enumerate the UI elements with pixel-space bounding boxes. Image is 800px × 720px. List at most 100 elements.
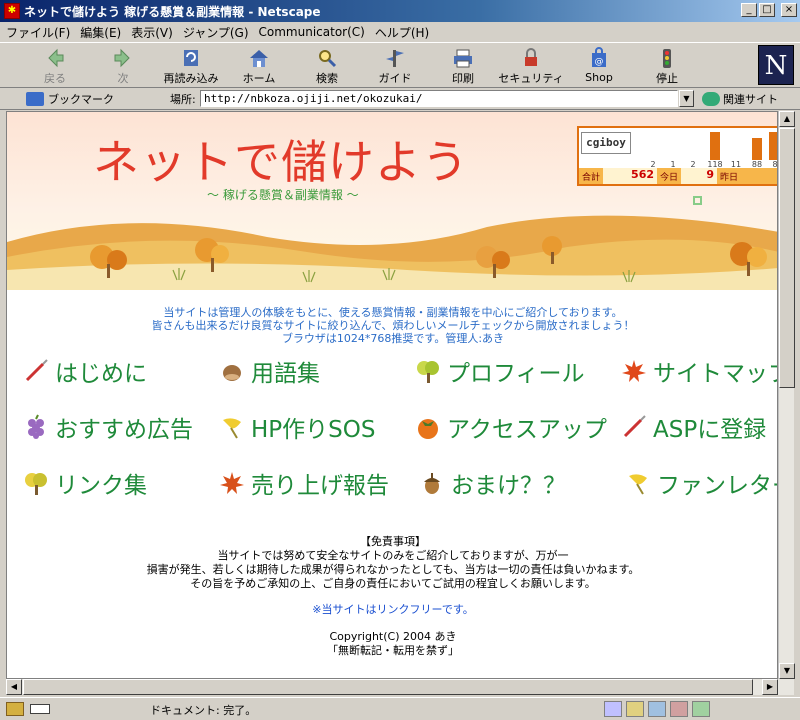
today-label: 今日	[660, 173, 679, 183]
today-count: 9	[681, 168, 718, 184]
status-text: ドキュメント: 完了。	[150, 704, 257, 717]
location-label: 場所:	[170, 92, 196, 106]
close-button[interactable]: ×	[781, 3, 797, 17]
horizontal-scroll-thumb[interactable]	[23, 679, 753, 695]
maple-leaf-icon	[220, 472, 244, 494]
nav-osusume-koukoku[interactable]: おすすめ広告	[23, 410, 193, 444]
mail-icon[interactable]	[626, 701, 644, 717]
no-reprint-notice: 「無断転記・転用を禁ず」	[327, 644, 459, 657]
stop-button[interactable]: 停止	[632, 47, 702, 87]
nav-asp-touroku[interactable]: ASPに登録	[621, 410, 766, 444]
window-controls: _ □ ×	[741, 3, 797, 17]
maximize-button[interactable]: □	[759, 3, 775, 17]
minimize-button[interactable]: _	[741, 3, 757, 17]
window-titlebar[interactable]: ✱ ネットで儲けよう 稼げる懸賞＆副業情報 - Netscape _ □ ×	[0, 0, 800, 22]
menu-view[interactable]: 表示(V)	[131, 24, 173, 41]
component-navigator-icon[interactable]	[604, 701, 622, 717]
reload-button[interactable]: 再読み込み	[156, 47, 226, 87]
connection-status-icon	[30, 704, 50, 714]
counter-bar-graph: 2 1 2 118 11 88 8	[650, 132, 777, 168]
scroll-down-button[interactable]: ▼	[779, 663, 795, 679]
maple-leaf-icon	[622, 360, 646, 382]
nav-sitemap[interactable]: サイトマップ	[621, 354, 777, 388]
nav-link-shu[interactable]: リンク集	[23, 466, 147, 500]
pen-icon	[25, 359, 48, 382]
total-label: 合計	[582, 173, 601, 183]
yesterday-label: 昨日	[720, 173, 739, 183]
access-counter-widget[interactable]: cgiboy 2 1 2 118 11 88 8 合計 562 今日 9 昨日	[577, 126, 777, 186]
nav-uriage-houkoku[interactable]: 売り上げ報告	[219, 466, 389, 500]
shop-button[interactable]: @ Shop	[564, 47, 634, 87]
counter-bar-label: 11	[731, 160, 741, 168]
total-count: 562	[603, 168, 658, 184]
shop-icon: @	[592, 47, 606, 67]
netscape-window-icon: ✱	[4, 3, 20, 19]
horizontal-scrollbar[interactable]: ◀ ▶	[6, 679, 794, 695]
guide-button[interactable]: ガイド	[360, 47, 430, 87]
tracker-square	[693, 196, 702, 205]
stop-icon	[663, 49, 671, 68]
back-arrow-icon	[48, 48, 64, 68]
guide-icon	[386, 50, 404, 67]
page-content: ネットで儲けよう ～ 稼げる懸賞＆副業情報 ～ cgiboy 2 1 2 118…	[6, 111, 778, 679]
print-button[interactable]: 印刷	[428, 47, 498, 87]
forward-button[interactable]: 次	[88, 47, 158, 87]
counter-bar-label: 8	[772, 160, 777, 168]
scroll-up-button[interactable]: ▲	[779, 111, 795, 127]
vertical-scroll-thumb[interactable]	[779, 128, 795, 388]
vertical-scrollbar[interactable]: ▲ ▼	[778, 111, 795, 679]
nav-profile[interactable]: プロフィール	[415, 354, 585, 388]
back-button[interactable]: 戻る	[20, 47, 90, 87]
menu-edit[interactable]: 編集(E)	[80, 24, 121, 41]
tree-icon	[25, 473, 47, 495]
link-free-notice[interactable]: ※当サイトはリンクフリーです。	[7, 601, 777, 617]
menu-help[interactable]: ヘルプ(H)	[375, 24, 429, 41]
url-dropdown-button[interactable]: ▼	[679, 90, 694, 107]
home-button[interactable]: ホーム	[224, 47, 294, 87]
site-subtitle: ～ 稼げる懸賞＆副業情報 ～	[207, 188, 359, 202]
nav-hajimeni[interactable]: はじめに	[23, 354, 147, 388]
print-icon	[454, 49, 472, 68]
nav-fan-letter[interactable]: ファンレター	[625, 466, 777, 500]
security-status-icon[interactable]	[6, 702, 24, 716]
nav-omake[interactable]: おまけ？？	[419, 466, 566, 500]
address-book-icon[interactable]	[670, 701, 688, 717]
disclaimer-line-3: その旨を予めご承知の上、ご自身の責任においてご試用の程宜しくお願いします。	[190, 577, 596, 590]
counter-bar-label: 2	[690, 160, 695, 168]
scroll-right-button[interactable]: ▶	[762, 679, 778, 695]
home-icon	[250, 50, 268, 67]
scroll-left-button[interactable]: ◀	[6, 679, 22, 695]
counter-bar-label: 88	[752, 160, 762, 168]
nav-hp-sos[interactable]: HP作りSOS	[219, 410, 375, 444]
ginkgo-icon	[223, 418, 241, 439]
tree-icon	[417, 361, 439, 383]
security-button[interactable]: セキュリティ	[496, 47, 566, 87]
grapes-icon	[28, 414, 44, 439]
related-sites-icon	[702, 92, 720, 106]
persimmon-icon	[418, 419, 438, 439]
netscape-logo[interactable]: N	[758, 45, 794, 85]
counter-totals: 合計 562 今日 9 昨日	[579, 168, 777, 184]
pen-icon	[623, 415, 646, 438]
nav-yougoshu[interactable]: 用語集	[219, 354, 320, 388]
menu-go[interactable]: ジャンプ(G)	[183, 24, 249, 41]
svg-text:@: @	[595, 57, 604, 67]
acorn-icon	[424, 473, 440, 494]
search-button[interactable]: 検索	[292, 47, 362, 87]
menu-communicator[interactable]: Communicator(C)	[259, 25, 365, 39]
menu-file[interactable]: ファイル(F)	[6, 24, 70, 41]
counter-logo: cgiboy	[581, 132, 631, 154]
menu-bar: ファイル(F) 編集(E) 表示(V) ジャンプ(G) Communicator…	[0, 22, 800, 42]
location-bar: ブックマーク 場所: http://nbkoza.ojiji.net/okozu…	[0, 88, 800, 110]
counter-bar-label: 118	[707, 160, 722, 168]
composer-icon[interactable]	[692, 701, 710, 717]
nav-access-up[interactable]: アクセスアップ	[415, 410, 607, 444]
bookmarks-button[interactable]: ブックマーク	[26, 91, 114, 107]
counter-bar-label: 1	[670, 160, 675, 168]
chestnut-icon	[223, 365, 241, 381]
newsgroup-icon[interactable]	[648, 701, 666, 717]
url-input[interactable]: http://nbkoza.ojiji.net/okozukai/	[200, 90, 678, 107]
intro-line-3: ブラウザは1024*768推奨です。管理人:あき	[281, 332, 505, 345]
window-title: ネットで儲けよう 稼げる懸賞＆副業情報 - Netscape	[24, 4, 321, 19]
related-sites-button[interactable]: 関連サイト	[702, 91, 778, 107]
